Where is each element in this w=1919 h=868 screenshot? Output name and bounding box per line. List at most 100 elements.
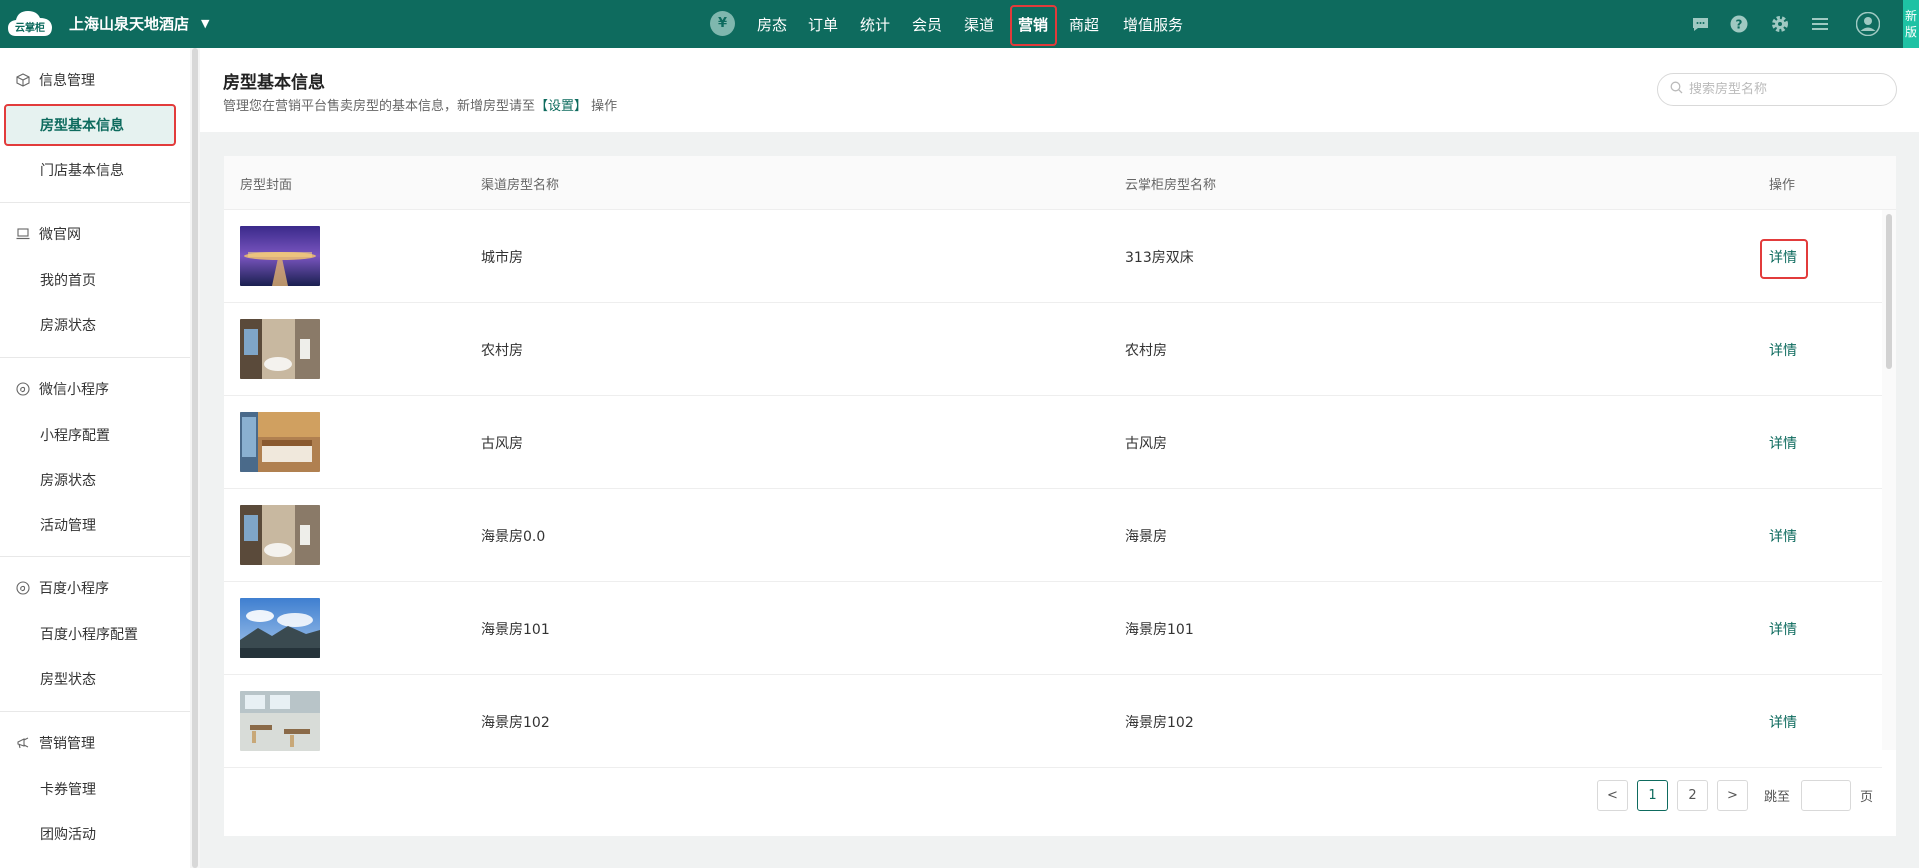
sidebar-section-title: 微信小程序 [39,382,109,398]
pagination-page-2[interactable]: 2 [1677,780,1708,811]
mini-program-icon [16,581,30,595]
sidebar-section-baidu-mini-program[interactable]: 百度小程序 [0,568,190,608]
cube-icon [16,73,30,87]
new-version-text-2: 版 [1904,25,1917,39]
sidebar-item-room-status-2[interactable]: 房源状态 [40,465,96,495]
nav-yingxiao[interactable]: 营销 [1012,0,1054,48]
channel-room-name: 海景房102 [481,714,550,731]
channel-room-name: 农村房 [481,342,523,359]
logo-text: 云掌柜 [15,21,45,34]
nav-shangchao[interactable]: 商超 [1064,0,1104,48]
table-row: 海景房101 海景房101 详情 [224,582,1882,675]
page-description-suffix: 操作 [591,99,618,114]
sidebar-scrollbar[interactable] [192,48,198,868]
detail-link[interactable]: 详情 [1769,582,1797,675]
detail-link[interactable]: 详情 [1769,489,1797,582]
ygz-room-name: 海景房102 [1125,714,1194,731]
page-description-text: 管理您在营销平台售卖房型的基本信息，新增房型请至 [223,99,536,114]
sidebar-item-room-status[interactable]: 房源状态 [40,310,96,340]
sidebar: 信息管理 房型基本信息 门店基本信息 微官网 我的首页 房源状态 微信小程序 小… [0,48,190,868]
sidebar-item-mini-program-config[interactable]: 小程序配置 [40,420,110,450]
sidebar-item-group-buying[interactable]: 团购活动 [40,819,96,849]
search-input[interactable] [1689,82,1889,97]
nav-qudao[interactable]: 渠道 [959,0,999,48]
settings-link[interactable]: 【设置】 [535,99,587,114]
message-icon[interactable] [1690,14,1710,34]
sidebar-divider [0,202,190,203]
hotel-selector[interactable]: 上海山泉天地酒店 ▼ [69,13,209,34]
channel-room-name: 古风房 [481,435,523,452]
detail-link[interactable]: 详情 [1769,210,1797,303]
ygz-room-name: 农村房 [1125,342,1167,359]
table-row: 海景房0.0 海景房 详情 [224,489,1882,582]
laptop-icon [16,227,30,241]
sidebar-item-coupon-management[interactable]: 卡券管理 [40,774,96,804]
table-scrollbar-thumb[interactable] [1886,214,1892,369]
room-cover-image [240,226,320,286]
sidebar-section-marketing-management[interactable]: 营销管理 [0,723,190,763]
yunzhanggui-logo[interactable]: 云掌柜 [6,6,54,40]
nav-huiyuan[interactable]: 会员 [907,0,947,48]
sidebar-item-store-info[interactable]: 门店基本信息 [40,155,124,185]
sidebar-item-room-type-info[interactable]: 房型基本信息 [40,110,124,140]
sidebar-section-info-management[interactable]: 信息管理 [0,60,190,100]
pagination-next-button[interactable]: > [1717,780,1748,811]
column-header-channel-name: 渠道房型名称 [481,177,560,193]
new-version-text-1: 新 [1904,9,1917,23]
channel-room-name: 海景房101 [481,621,550,638]
channel-room-name: 城市房 [481,249,523,266]
nav-fangtai[interactable]: 房态 [752,0,792,48]
pagination-jump-input[interactable] [1801,780,1851,811]
pagination-page-1[interactable]: 1 [1637,780,1668,811]
yen-icon[interactable]: ¥ [710,11,735,36]
sidebar-divider [0,556,190,557]
page-title: 房型基本信息 [223,73,325,93]
sidebar-section-micro-site[interactable]: 微官网 [0,214,190,254]
room-cover-image [240,598,320,658]
room-type-table-panel: 房型封面 渠道房型名称 云掌柜房型名称 操作 城市房 313房双床 详情 农村房… [224,156,1896,836]
help-icon[interactable]: ? [1729,14,1749,34]
ygz-room-name: 海景房 [1125,528,1167,545]
pagination-prev-button[interactable]: < [1597,780,1628,811]
table-row: 海景房102 海景房102 详情 [224,675,1882,768]
page-description: 管理您在营销平台售卖房型的基本信息，新增房型请至【设置】 操作 [223,95,617,114]
sidebar-section-title: 营销管理 [39,736,95,752]
caret-down-icon: ▼ [201,17,210,30]
sidebar-item-baidu-config[interactable]: 百度小程序配置 [40,619,138,649]
ygz-room-name: 海景房101 [1125,621,1194,638]
sidebar-item-activity-management[interactable]: 活动管理 [40,510,96,540]
ygz-room-name: 313房双床 [1125,249,1194,266]
sidebar-item-room-type-status[interactable]: 房型状态 [40,664,96,694]
nav-dingdan[interactable]: 订单 [803,0,843,48]
megaphone-icon [16,736,30,750]
room-cover-image [240,412,320,472]
table-row: 城市房 313房双床 详情 [224,210,1882,303]
mini-program-icon [16,382,30,396]
pagination-jump-label: 跳至 [1764,790,1791,805]
nav-zengzhifuwu[interactable]: 增值服务 [1118,0,1188,48]
sidebar-section-title: 微官网 [39,227,81,243]
page-header: 房型基本信息 管理您在营销平台售卖房型的基本信息，新增房型请至【设置】 操作 [200,48,1919,132]
detail-link[interactable]: 详情 [1769,396,1797,489]
user-avatar-icon[interactable] [1856,12,1880,36]
sidebar-section-title: 百度小程序 [39,581,109,597]
table-row: 农村房 农村房 详情 [224,303,1882,396]
pagination-page-unit: 页 [1860,790,1874,805]
detail-link[interactable]: 详情 [1769,675,1797,768]
sidebar-item-my-homepage[interactable]: 我的首页 [40,265,96,295]
nav-tongji[interactable]: 统计 [855,0,895,48]
column-header-actions: 操作 [1769,177,1796,193]
detail-link[interactable]: 详情 [1769,303,1797,396]
table-scrollbar[interactable] [1882,210,1896,750]
room-cover-image [240,319,320,379]
new-version-tab[interactable]: 新 版 [1903,0,1919,48]
menu-icon[interactable] [1810,14,1830,34]
sidebar-section-title: 信息管理 [39,73,95,89]
sidebar-divider [0,711,190,712]
ygz-room-name: 古风房 [1125,435,1167,452]
search-box[interactable] [1657,73,1897,106]
search-icon [1670,81,1683,98]
column-header-cover: 房型封面 [240,177,293,193]
gear-icon[interactable] [1770,14,1790,34]
sidebar-section-wechat-mini-program[interactable]: 微信小程序 [0,369,190,409]
